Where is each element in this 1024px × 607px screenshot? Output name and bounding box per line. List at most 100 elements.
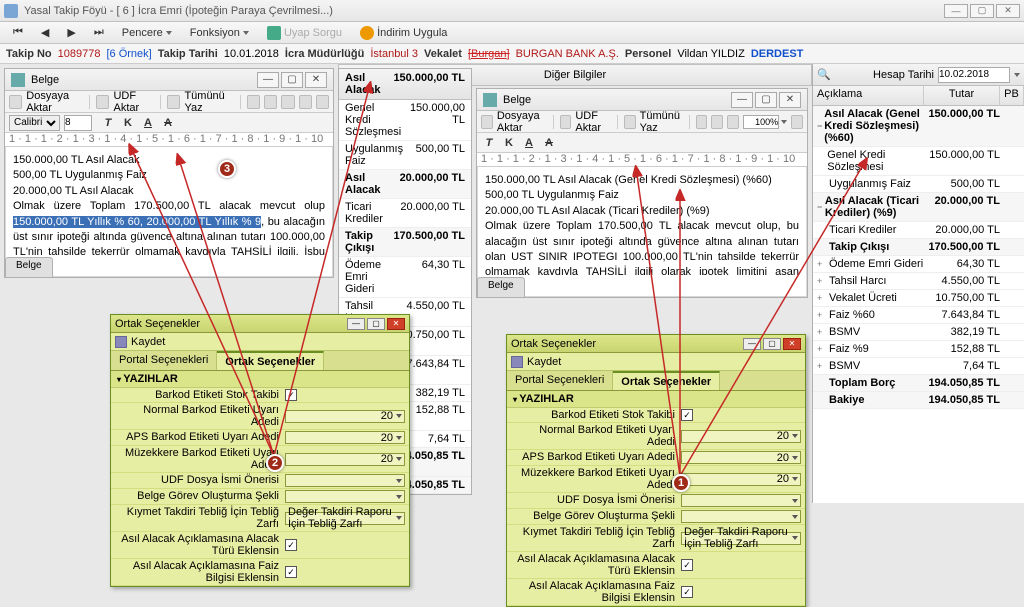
right-panel: 🔍 Hesap Tarihi Açıklama Tutar PB −Asıl A… <box>812 64 1024 503</box>
tab-portal-secenekleri-2[interactable]: Portal Seçenekleri <box>507 371 613 390</box>
rp-row[interactable]: +Vekalet Ücreti10.750,00 TL <box>813 290 1024 307</box>
popup-option-row[interactable]: Müzekkere Barkod Etiketi Uyarı Adedi20 <box>111 446 409 473</box>
popup-option-row[interactable]: APS Barkod Etiketi Uyarı Adedi20 <box>507 450 805 466</box>
belge2-close-button[interactable]: ✕ <box>779 92 801 108</box>
vekalet-link[interactable]: [Burgan] <box>468 48 510 60</box>
popup2-max-button[interactable]: ▢ <box>763 338 781 350</box>
print-icon[interactable] <box>167 95 180 109</box>
popup-max-button[interactable]: ▢ <box>367 318 385 330</box>
popup-option-row[interactable]: Belge Görev Oluşturma Şekli <box>507 509 805 525</box>
redo-icon[interactable] <box>281 95 294 109</box>
belge2-min-button[interactable]: — <box>731 92 753 108</box>
export-icon[interactable] <box>481 115 493 129</box>
link-icon[interactable] <box>791 115 803 129</box>
document-body-right[interactable]: 150.000,00 TL Asıl Alacak (Genel Kredi S… <box>477 167 807 275</box>
belge-tab-2[interactable]: Belge <box>477 277 525 297</box>
popup-option-row[interactable]: Kıymet Takdiri Tebliğ İçin Tebliğ ZarfıD… <box>111 505 409 532</box>
font-select[interactable]: Calibri <box>9 115 60 131</box>
belge-min-button[interactable]: — <box>257 72 279 88</box>
window-close-button[interactable]: ✕ <box>996 4 1020 18</box>
rp-row[interactable]: Uygulanmış Faiz500,00 TL <box>813 176 1024 193</box>
popup-option-row[interactable]: Asıl Alacak Açıklamasına Faiz Bilgisi Ek… <box>111 559 409 586</box>
fonksiyon-menu[interactable]: Fonksiyon <box>183 24 256 42</box>
udf-icon[interactable] <box>560 115 572 129</box>
pencere-menu[interactable]: Pencere <box>115 24 179 42</box>
udf-aktar-button[interactable]: UDF Aktar <box>113 90 154 114</box>
popup-option-row[interactable]: Asıl Alacak Açıklamasına Alacak Türü Ekl… <box>507 552 805 579</box>
popup2-close-button[interactable]: ✕ <box>783 338 801 350</box>
rp-row[interactable]: +BSMV7,64 TL <box>813 358 1024 375</box>
underline-button[interactable]: A <box>140 115 156 131</box>
window-min-button[interactable]: — <box>944 4 968 18</box>
document-body-left[interactable]: 150.000,00 TL Asıl Alacak 500,00 TL Uygu… <box>5 147 333 255</box>
belge-close-button[interactable]: ✕ <box>305 72 327 88</box>
popup-option-row[interactable]: Asıl Alacak Açıklamasına Alacak Türü Ekl… <box>111 532 409 559</box>
search-icon[interactable]: 🔍 <box>817 68 831 81</box>
strike-button[interactable]: A <box>160 115 176 131</box>
date-dropdown-icon[interactable] <box>1014 73 1020 77</box>
popup-option-row[interactable]: UDF Dosya İsmi Önerisi <box>111 473 409 489</box>
rp-row[interactable]: Bakiye194.050,85 TL <box>813 392 1024 409</box>
nav-next-button[interactable]: ▶ <box>60 23 82 42</box>
popup-option-row[interactable]: Asıl Alacak Açıklamasına Faiz Bilgisi Ek… <box>507 579 805 606</box>
nav-last-button[interactable]: ⏭ <box>87 23 111 42</box>
tab-ortak-secenekler-2[interactable]: Ortak Seçenekler <box>613 371 720 390</box>
rp-row[interactable]: +Tahsil Harcı4.550,00 TL <box>813 273 1024 290</box>
rp-row[interactable]: Ticari Krediler20.000,00 TL <box>813 222 1024 239</box>
popup-group-yazilar-2[interactable]: YAZIHLAR <box>507 391 805 408</box>
print2-icon[interactable] <box>247 95 260 109</box>
print2-icon[interactable] <box>696 115 708 129</box>
fontsize-input[interactable] <box>64 115 92 131</box>
belge-max-button[interactable]: ▢ <box>281 72 303 88</box>
popup-option-row[interactable]: Müzekkere Barkod Etiketi Uyarı Adedi20 <box>507 466 805 493</box>
popup-group-yazilar[interactable]: YAZIHLAR <box>111 371 409 388</box>
dosyaya-aktar-button[interactable]: Dosyaya Aktar <box>26 90 83 114</box>
popup-option-row[interactable]: Barkod Etiketi Stok Takibi✓ <box>111 388 409 403</box>
tumunu-yaz-button[interactable]: Tümünü Yaz <box>184 90 233 114</box>
italic-button[interactable]: T <box>481 135 497 151</box>
popup-min-button[interactable]: — <box>347 318 365 330</box>
link-icon[interactable] <box>316 95 329 109</box>
export-icon[interactable] <box>9 95 22 109</box>
rp-row[interactable]: +Faiz %607.643,84 TL <box>813 307 1024 324</box>
rp-row[interactable]: −Asıl Alacak (Genel Kredi Sözleşmesi) (%… <box>813 106 1024 147</box>
window-max-button[interactable]: ▢ <box>970 4 994 18</box>
rp-row[interactable]: +Faiz %9152,88 TL <box>813 341 1024 358</box>
popup-option-row[interactable]: Normal Barkod Etiketi Uyarı Adedi20 <box>507 423 805 450</box>
zoom-input[interactable] <box>743 115 779 129</box>
belge-tab[interactable]: Belge <box>5 257 53 277</box>
popup-option-row[interactable]: APS Barkod Etiketi Uyarı Adedi20 <box>111 430 409 446</box>
popup-option-row[interactable]: Kıymet Takdiri Tebliğ İçin Tebliğ ZarfıD… <box>507 525 805 552</box>
belge2-max-button[interactable]: ▢ <box>755 92 777 108</box>
popup-option-row[interactable]: Normal Barkod Etiketi Uyarı Adedi20 <box>111 403 409 430</box>
italic-button[interactable]: T <box>100 115 116 131</box>
rp-row[interactable]: Takip Çıkışı170.500,00 TL <box>813 239 1024 256</box>
rp-row[interactable]: −Asıl Alacak (Ticari Krediler) (%9)20.00… <box>813 193 1024 222</box>
tab-portal-secenekleri[interactable]: Portal Seçenekleri <box>111 351 217 370</box>
undo-icon[interactable] <box>711 115 723 129</box>
popup-option-row[interactable]: Barkod Etiketi Stok Takibi✓ <box>507 408 805 423</box>
rp-row[interactable]: Toplam Borç194.050,85 TL <box>813 375 1024 392</box>
rp-row[interactable]: Genel Kredi Sözleşmesi150.000,00 TL <box>813 147 1024 176</box>
indirim-uygula-button[interactable]: İndirim Uygula <box>353 23 454 43</box>
popup2-min-button[interactable]: — <box>743 338 761 350</box>
redo-icon[interactable] <box>727 115 739 129</box>
rp-row[interactable]: +BSMV382,19 TL <box>813 324 1024 341</box>
kaydet-button[interactable]: Kaydet <box>131 336 165 348</box>
bold-button[interactable]: K <box>120 115 136 131</box>
strike-button[interactable]: A <box>541 135 557 151</box>
clip-icon[interactable] <box>299 95 312 109</box>
hesap-tarihi-input[interactable] <box>938 67 1010 83</box>
rp-row[interactable]: +Ödeme Emri Gideri64,30 TL <box>813 256 1024 273</box>
print-icon[interactable] <box>624 115 636 129</box>
underline-button[interactable]: A <box>521 135 537 151</box>
tab-ortak-secenekler[interactable]: Ortak Seçenekler <box>217 351 324 370</box>
kaydet-button-2[interactable]: Kaydet <box>527 356 561 368</box>
nav-prev-button[interactable]: ◀ <box>34 23 56 42</box>
udf-icon[interactable] <box>96 95 109 109</box>
undo-icon[interactable] <box>264 95 277 109</box>
nav-first-button[interactable]: ⏮ <box>6 23 30 42</box>
popup-close-button[interactable]: ✕ <box>387 318 405 330</box>
bold-button[interactable]: K <box>501 135 517 151</box>
popup-option-row[interactable]: UDF Dosya İsmi Önerisi <box>507 493 805 509</box>
